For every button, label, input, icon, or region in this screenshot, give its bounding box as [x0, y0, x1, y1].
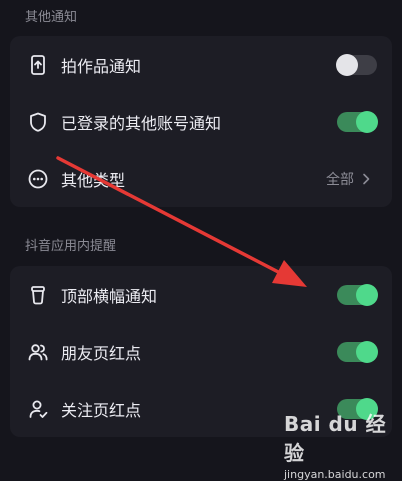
banner-cup-icon	[26, 283, 50, 307]
chevron-right-icon	[363, 173, 370, 184]
friends-icon	[26, 340, 50, 364]
watermark-brand: Bai du 经验	[284, 412, 387, 465]
row-label: 关注页红点	[61, 400, 142, 420]
baidu-jingyan-watermark: Bai du 经验 jingyan.baidu.com	[284, 408, 402, 481]
row-other-types[interactable]: 其他类型 全部	[10, 150, 392, 207]
more-circle-icon	[26, 167, 50, 191]
top-banner-notification-toggle[interactable]	[337, 283, 378, 306]
row-label: 其他类型	[61, 170, 126, 190]
other-types-value[interactable]: 全部	[326, 169, 370, 189]
row-label: 顶部横幅通知	[61, 286, 158, 306]
other-account-notification-toggle[interactable]	[337, 110, 378, 133]
section-title-in-app-reminders: 抖音应用内提醒	[25, 239, 117, 254]
row-label: 已登录的其他账号通知	[61, 113, 222, 133]
row-photo-post-notification[interactable]: 拍作品通知	[10, 36, 392, 93]
toggle-knob	[336, 53, 358, 76]
row-label: 朋友页红点	[61, 343, 142, 363]
watermark-site: jingyan.baidu.com	[284, 468, 386, 481]
selected-value: 全部	[326, 171, 354, 188]
shield-icon	[26, 110, 50, 134]
phone-upload-icon	[26, 53, 50, 77]
row-friends-red-dot[interactable]: 朋友页红点	[10, 323, 392, 380]
other-notifications-card: 拍作品通知 已登录的其他账号通知 其他类型 全部	[10, 36, 392, 207]
friends-red-dot-toggle[interactable]	[337, 340, 378, 363]
section-title-other-notifications: 其他通知	[25, 10, 78, 25]
toggle-knob	[356, 340, 378, 363]
follow-user-icon	[26, 397, 50, 421]
toggle-knob	[356, 283, 378, 306]
row-label: 拍作品通知	[61, 56, 142, 76]
row-other-account-notification[interactable]: 已登录的其他账号通知	[10, 93, 392, 150]
photo-post-notification-toggle[interactable]	[336, 53, 377, 76]
row-top-banner-notification[interactable]: 顶部横幅通知	[10, 266, 392, 323]
toggle-knob	[356, 110, 378, 133]
